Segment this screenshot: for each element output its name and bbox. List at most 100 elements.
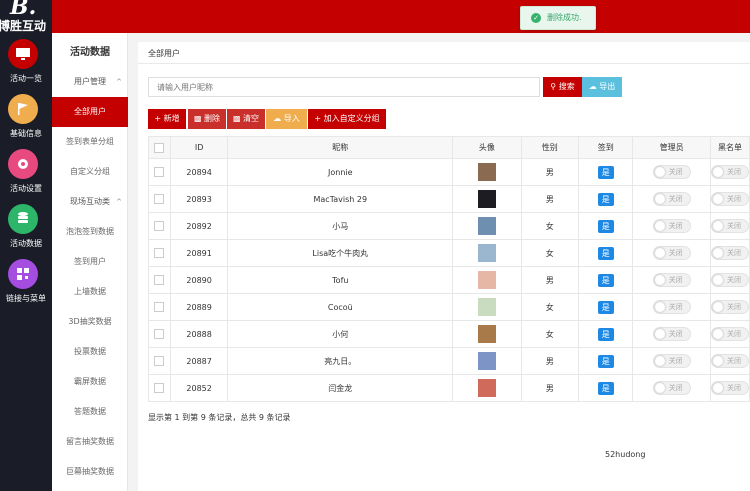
blacklist-toggle[interactable]: 关闭 (711, 300, 749, 314)
table-row[interactable]: 20890 Tofu 男 是 关闭 关闭 (148, 266, 750, 294)
search-input[interactable] (148, 77, 540, 97)
select-all-checkbox[interactable] (154, 142, 165, 153)
admin-toggle[interactable]: 关闭 (652, 354, 691, 368)
avatar[interactable] (477, 190, 496, 208)
table-row[interactable]: 20889 Cocoü 女 是 关闭 关闭 (148, 293, 750, 321)
add-button[interactable]: + 新增 (148, 109, 186, 129)
row-checkbox[interactable] (154, 221, 165, 231)
sub-nav-item-quiz-data[interactable]: 答题数据 (52, 397, 128, 427)
admin-toggle[interactable]: 关闭 (652, 273, 691, 287)
row-checkbox[interactable] (154, 356, 165, 366)
sub-nav-item-message-lottery[interactable]: 留言抽奖数据 (52, 427, 128, 457)
sub-nav-item-vote-data[interactable]: 投票数据 (52, 337, 128, 367)
column-header-gender[interactable]: 性别 (520, 136, 579, 159)
table-row[interactable]: 20892 小马 女 是 关闭 关闭 (148, 212, 750, 240)
row-checkbox[interactable] (154, 275, 165, 285)
signin-badge[interactable]: 是 (597, 192, 614, 206)
signin-badge[interactable]: 是 (597, 354, 614, 368)
sub-nav-item-signin-form-groups[interactable]: 签到表单分组 (52, 127, 128, 157)
admin-toggle[interactable]: 关闭 (652, 165, 691, 179)
column-header-admin[interactable]: 管理员 (632, 136, 711, 159)
blacklist-toggle[interactable]: 关闭 (711, 219, 749, 233)
export-button[interactable]: ☁ 导出 (582, 77, 622, 97)
admin-toggle[interactable]: 关闭 (652, 246, 691, 260)
sub-nav-group-user-management[interactable]: 用户管理 ^ (52, 67, 128, 97)
row-checkbox[interactable] (154, 329, 165, 339)
avatar[interactable] (477, 217, 496, 235)
admin-toggle[interactable]: 关闭 (652, 219, 691, 233)
nav-item-activity-data[interactable]: 活动数据 (0, 200, 52, 252)
row-checkbox[interactable] (154, 194, 165, 204)
row-select-cell[interactable] (148, 185, 171, 213)
row-select-cell[interactable] (148, 212, 171, 240)
avatar[interactable] (477, 379, 496, 397)
sub-nav-item-screen-data[interactable]: 霸屏数据 (52, 367, 128, 397)
row-checkbox[interactable] (154, 167, 165, 177)
blacklist-toggle[interactable]: 关闭 (711, 192, 749, 206)
signin-badge[interactable]: 是 (597, 273, 614, 287)
delete-button[interactable]: ▩ 删除 (188, 109, 226, 129)
avatar[interactable] (477, 163, 496, 181)
row-select-cell[interactable] (148, 347, 171, 375)
row-select-cell[interactable] (148, 320, 171, 348)
row-select-cell[interactable] (148, 158, 171, 186)
column-header-nickname[interactable]: 昵称 (227, 136, 454, 159)
column-header-id[interactable]: ID (169, 136, 229, 159)
signin-badge[interactable]: 是 (597, 327, 614, 341)
search-button[interactable]: ⚲ 搜索 (543, 77, 582, 97)
sub-nav-item-3d-lottery[interactable]: 3D抽奖数据 (52, 307, 128, 337)
row-select-cell[interactable] (148, 266, 171, 294)
table-row[interactable]: 20891 Lisa吃个牛肉丸 女 是 关闭 关闭 (148, 239, 750, 267)
signin-badge[interactable]: 是 (597, 300, 614, 314)
blacklist-toggle[interactable]: 关闭 (711, 246, 749, 260)
import-button[interactable]: ☁ 导入 (266, 109, 307, 129)
row-select-cell[interactable] (148, 374, 171, 402)
nav-item-activity-settings[interactable]: 活动设置 (0, 145, 52, 197)
admin-toggle[interactable]: 关闭 (652, 192, 691, 206)
sub-nav-item-signin-users[interactable]: 签到用户 (52, 247, 128, 277)
admin-toggle[interactable]: 关闭 (652, 327, 691, 341)
table-row[interactable]: 20894 Jonnie 男 是 关闭 关闭 (148, 158, 750, 186)
nav-item-activity-list[interactable]: 活动一览 (0, 35, 52, 87)
column-header-signin[interactable]: 签到 (577, 136, 634, 159)
row-checkbox[interactable] (154, 248, 165, 258)
blacklist-toggle[interactable]: 关闭 (711, 354, 749, 368)
blacklist-toggle[interactable]: 关闭 (711, 165, 749, 179)
admin-toggle[interactable]: 关闭 (652, 381, 691, 395)
sub-nav-item-giant-screen-lottery[interactable]: 巨幕抽奖数据 (52, 457, 128, 487)
row-checkbox[interactable] (154, 383, 165, 393)
sub-nav-item-all-users[interactable]: 全部用户 (52, 97, 128, 127)
table-row[interactable]: 20852 闫金龙 男 是 关闭 关闭 (148, 374, 750, 402)
avatar[interactable] (477, 271, 496, 289)
sub-nav-item-custom-groups[interactable]: 自定义分组 (52, 157, 128, 187)
admin-toggle[interactable]: 关闭 (652, 300, 691, 314)
sub-nav-item-bubble-signin[interactable]: 泡泡签到数据 (52, 217, 128, 247)
signin-badge[interactable]: 是 (597, 246, 614, 260)
table-row[interactable]: 20888 小何 女 是 关闭 关闭 (148, 320, 750, 348)
add-to-group-button[interactable]: + 加入自定义分组 (308, 109, 386, 129)
table-row[interactable]: 20887 亮九日。 男 是 关闭 关闭 (148, 347, 750, 375)
nav-item-basic-info[interactable]: 基础信息 (0, 90, 52, 142)
avatar[interactable] (477, 244, 496, 262)
blacklist-toggle[interactable]: 关闭 (711, 381, 749, 395)
row-checkbox[interactable] (154, 302, 165, 312)
clear-button[interactable]: ▩ 清空 (227, 109, 265, 129)
avatar[interactable] (477, 325, 496, 343)
blacklist-toggle[interactable]: 关闭 (711, 327, 749, 341)
avatar[interactable] (477, 352, 496, 370)
select-all-cell[interactable] (148, 136, 171, 159)
plus-icon: + (154, 114, 162, 123)
sub-nav-group-onsite-interaction[interactable]: 现场互动类 ^ (52, 187, 128, 217)
signin-badge[interactable]: 是 (597, 381, 614, 395)
avatar[interactable] (477, 298, 496, 316)
blacklist-toggle[interactable]: 关闭 (711, 273, 749, 287)
row-select-cell[interactable] (148, 239, 171, 267)
table-row[interactable]: 20893 MacTavish 29 男 是 关闭 关闭 (148, 185, 750, 213)
row-select-cell[interactable] (148, 293, 171, 321)
sub-nav-item-wall-data[interactable]: 上墙数据 (52, 277, 128, 307)
signin-badge[interactable]: 是 (597, 165, 614, 179)
signin-badge[interactable]: 是 (597, 219, 614, 233)
column-header-avatar[interactable]: 头像 (452, 136, 522, 159)
column-header-blacklist[interactable]: 黑名单 (709, 136, 750, 159)
nav-item-links-menu[interactable]: 链接与菜单 (0, 255, 52, 307)
